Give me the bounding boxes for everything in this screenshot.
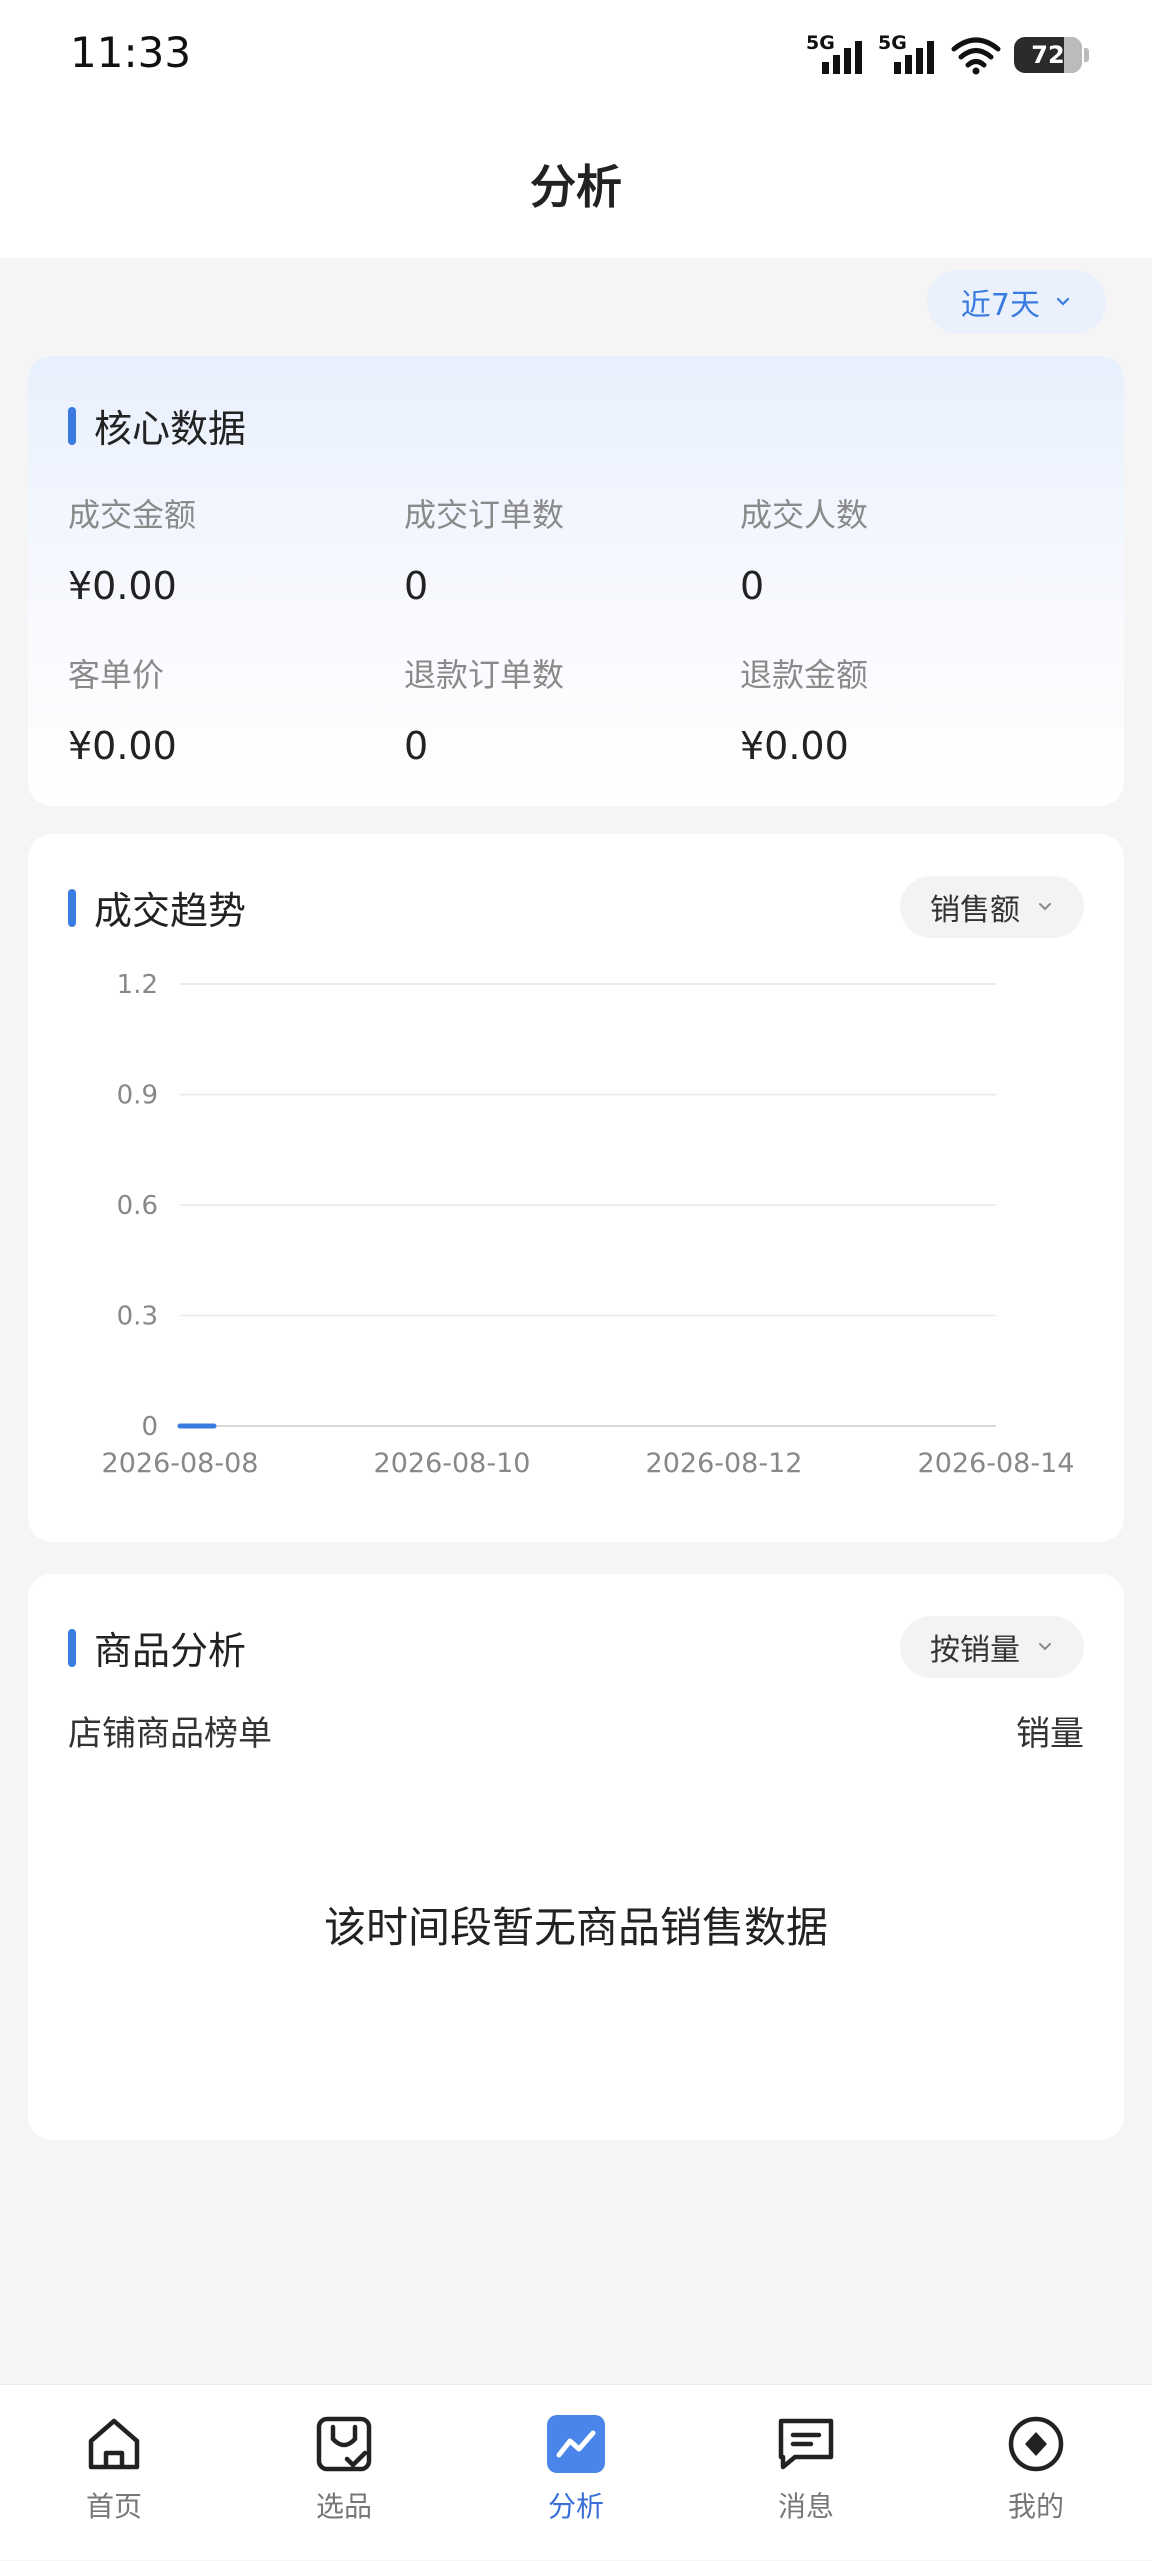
signal-2-icon: 5G	[878, 32, 938, 78]
page-title: 分析	[530, 160, 622, 214]
date-range-label: 近7天	[960, 288, 1040, 323]
signal-1-icon: 5G	[806, 32, 866, 78]
metric-gmv: 成交金额 ¥0.00	[68, 496, 197, 608]
metric-refund-orders: 退款订单数 0	[404, 656, 565, 768]
goods-sort-label: 按销量	[930, 1633, 1020, 1668]
x-tick-label: 2026-08-10	[374, 1448, 531, 1479]
trend-card: 成交趋势 销售额 0 0.3 0.6 0.9 1.2 2026-08-08 2026-08-…	[28, 834, 1124, 1542]
title-accent-bar	[68, 406, 76, 445]
tab-profile[interactable]: 我的	[956, 2385, 1116, 2561]
goods-sort-select[interactable]: 按销量	[900, 1616, 1084, 1678]
trend-chart: 0 0.3 0.6 0.9 1.2 2026-08-08 2026-08-10 2026-08…	[102, 970, 1075, 1479]
metric-orders: 成交订单数 0	[404, 496, 565, 608]
chevron-down-icon	[1039, 1643, 1051, 1651]
profile-icon	[1008, 2416, 1064, 2472]
x-tick-label: 2026-08-08	[102, 1448, 259, 1479]
bottom-tab-bar: 首页 选品 分析 消息 我的	[0, 2384, 1152, 2560]
tab-messages[interactable]: 消息	[726, 2385, 886, 2561]
goods-list-title: 店铺商品榜单	[68, 1714, 272, 1754]
metric-buyers: 成交人数 0	[740, 496, 869, 608]
goods-column-label: 销量	[1016, 1714, 1084, 1754]
metric-refund-amount: 退款金额 ¥0.00	[740, 656, 869, 768]
x-tick-label: 2026-08-12	[646, 1448, 803, 1479]
goods-title: 商品分析	[68, 1620, 246, 1675]
goods-card: 商品分析 按销量 店铺商品榜单 销量 该时间段暂无商品销售数据	[28, 1574, 1124, 2140]
status-icons: 5G 5G 72	[806, 30, 1089, 80]
bag-check-icon	[316, 2416, 372, 2472]
tab-home[interactable]: 首页	[34, 2385, 194, 2561]
y-tick-label: 0.6	[117, 1191, 158, 1221]
date-range-select[interactable]: 近7天	[926, 270, 1106, 334]
y-tick-label: 0.9	[117, 1081, 158, 1111]
tab-analysis[interactable]: 分析	[496, 2385, 656, 2561]
y-tick-label: 1.2	[117, 970, 158, 1000]
status-bar: 11:33 5G 5G 72	[0, 0, 1152, 110]
title-accent-bar	[68, 1628, 76, 1667]
y-tick-label: 0	[141, 1412, 158, 1442]
message-icon	[778, 2418, 834, 2470]
tab-selection[interactable]: 选品	[264, 2385, 424, 2561]
home-icon	[88, 2418, 140, 2470]
core-data-card: 核心数据 成交金额 ¥0.00 成交订单数 0 成交人数 0 客单价 ¥0.00…	[28, 356, 1124, 806]
page-header: 分析	[0, 110, 1152, 258]
core-data-title: 核心数据	[68, 398, 246, 453]
chart-icon	[547, 2415, 605, 2473]
chevron-down-icon	[1056, 297, 1070, 306]
battery-icon: 72	[1014, 37, 1089, 73]
metric-avg-price: 客单价 ¥0.00	[68, 656, 177, 768]
status-time: 11:33	[70, 28, 192, 77]
empty-state-text: 该时间段暂无商品销售数据	[323, 1903, 828, 1952]
wifi-icon	[951, 37, 1001, 75]
y-tick-label: 0.3	[117, 1302, 158, 1332]
x-tick-label: 2026-08-14	[918, 1448, 1075, 1479]
